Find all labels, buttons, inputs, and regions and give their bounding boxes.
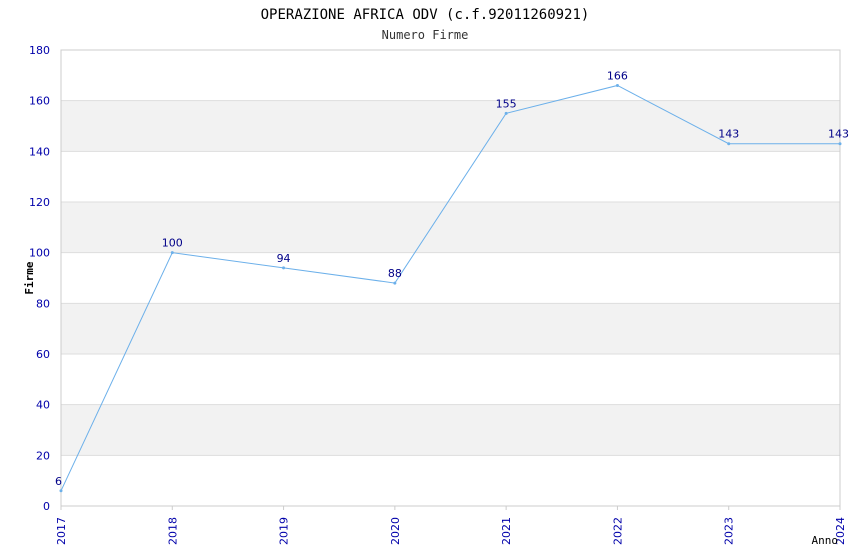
- data-label: 6: [55, 475, 62, 488]
- data-label: 166: [607, 69, 628, 82]
- y-tick-label: 60: [36, 348, 50, 361]
- y-tick-label: 0: [43, 500, 50, 513]
- x-tick-label: 2019: [278, 517, 291, 545]
- x-tick-label: 2021: [500, 517, 513, 545]
- data-point: [170, 251, 174, 255]
- plot-band: [61, 100, 840, 152]
- data-label: 155: [496, 97, 517, 110]
- line-chart: OPERAZIONE AFRICA ODV (c.f.92011260921) …: [23, 7, 849, 547]
- y-axis-title: Firme: [23, 261, 36, 294]
- x-axis-title: Anno: [812, 534, 839, 547]
- y-tick-label: 180: [29, 44, 50, 57]
- x-tick-label: 2018: [166, 517, 179, 545]
- plot-band: [61, 455, 840, 506]
- plot-band: [61, 303, 840, 354]
- y-tick-label: 100: [29, 247, 50, 260]
- data-label: 94: [277, 252, 291, 265]
- data-point: [282, 266, 286, 270]
- plot-band: [61, 252, 840, 304]
- y-tick-label: 140: [29, 145, 50, 158]
- y-tick-label: 40: [36, 399, 50, 412]
- data-point: [59, 489, 63, 493]
- y-tick-label: 20: [36, 449, 50, 462]
- data-point: [504, 111, 508, 115]
- x-tick-label: 2017: [55, 517, 68, 545]
- y-tick-label: 120: [29, 196, 50, 209]
- data-label: 88: [388, 267, 402, 280]
- y-tick-label: 80: [36, 297, 50, 310]
- y-tick-label: 160: [29, 95, 50, 108]
- chart-title: OPERAZIONE AFRICA ODV (c.f.92011260921): [261, 7, 590, 23]
- plot-band: [61, 50, 840, 101]
- plot-band: [61, 404, 840, 456]
- plot-band: [61, 151, 840, 202]
- data-point: [393, 281, 397, 285]
- data-label: 143: [718, 128, 739, 141]
- x-axis-ticks: 2017 2018 2019 2020 2021 2022 2023 2024: [55, 517, 847, 545]
- plot-band: [61, 354, 840, 405]
- data-point: [727, 142, 731, 146]
- data-label: 100: [162, 237, 183, 250]
- x-tick-label: 2022: [611, 517, 624, 545]
- x-tick-label: 2023: [723, 517, 736, 545]
- chart-subtitle: Numero Firme: [382, 28, 469, 42]
- plot-background-bands: [61, 50, 840, 506]
- data-point: [615, 83, 619, 87]
- x-tick-label: 2020: [389, 517, 402, 545]
- data-point: [838, 142, 842, 146]
- data-label: 143: [828, 128, 849, 141]
